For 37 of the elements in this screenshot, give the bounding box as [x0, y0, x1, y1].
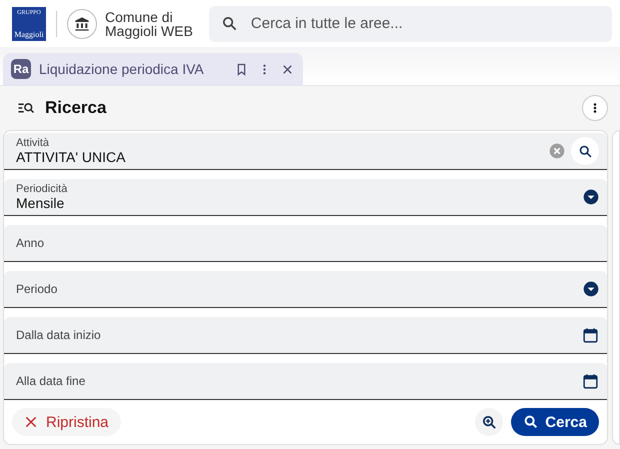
search-field[interactable]: Cerca in tutte le aree... [208, 6, 612, 42]
dropdown-icon [583, 189, 599, 205]
search-icon [220, 14, 238, 32]
search-icon [578, 144, 592, 158]
field-label: Alla data fine [16, 374, 86, 388]
form-field[interactable]: Dalla data inizio [4, 317, 607, 354]
form-field[interactable]: Anno [4, 225, 607, 262]
search-icon [523, 414, 540, 430]
tab[interactable]: Ra Liquidazione periodica IVA [3, 53, 303, 85]
lookup-button[interactable] [571, 137, 599, 165]
dropdown-icon [583, 281, 599, 297]
building-icon [67, 8, 97, 38]
reset-button[interactable]: Ripristina [12, 408, 121, 436]
section-title: Ricerca [45, 98, 108, 118]
tab-label: Liquidazione periodica IVA [39, 61, 205, 77]
close-icon [24, 415, 38, 429]
form-field[interactable]: Attività ATTIVITA' UNICA [4, 133, 607, 170]
form-field[interactable]: Periodo [4, 271, 607, 308]
more-button[interactable] [582, 95, 608, 121]
field-label: Attività [16, 137, 50, 149]
app-icon: Ra [11, 59, 31, 79]
calendar-icon [582, 372, 599, 390]
field-label: Anno [16, 236, 46, 250]
clear-icon [549, 143, 565, 159]
search-button[interactable]: Cerca [511, 408, 599, 436]
logo-text: Maggioli [14, 30, 44, 38]
zoom-in-icon [480, 414, 498, 430]
organization-name: Comune di Maggioli WEB [105, 10, 193, 38]
field-label: Periodo [16, 282, 58, 296]
field-value: Mensile [16, 195, 66, 211]
form-field[interactable]: Alla data fine [4, 363, 607, 400]
zoom-in-button[interactable] [475, 408, 504, 436]
field-label: Periodicità [16, 183, 68, 195]
form-field[interactable]: Periodicità Mensile [4, 179, 607, 216]
field-label: Dalla data inizio [16, 328, 102, 342]
field-value: ATTIVITA' UNICA [16, 149, 126, 165]
calendar-icon [582, 326, 599, 344]
